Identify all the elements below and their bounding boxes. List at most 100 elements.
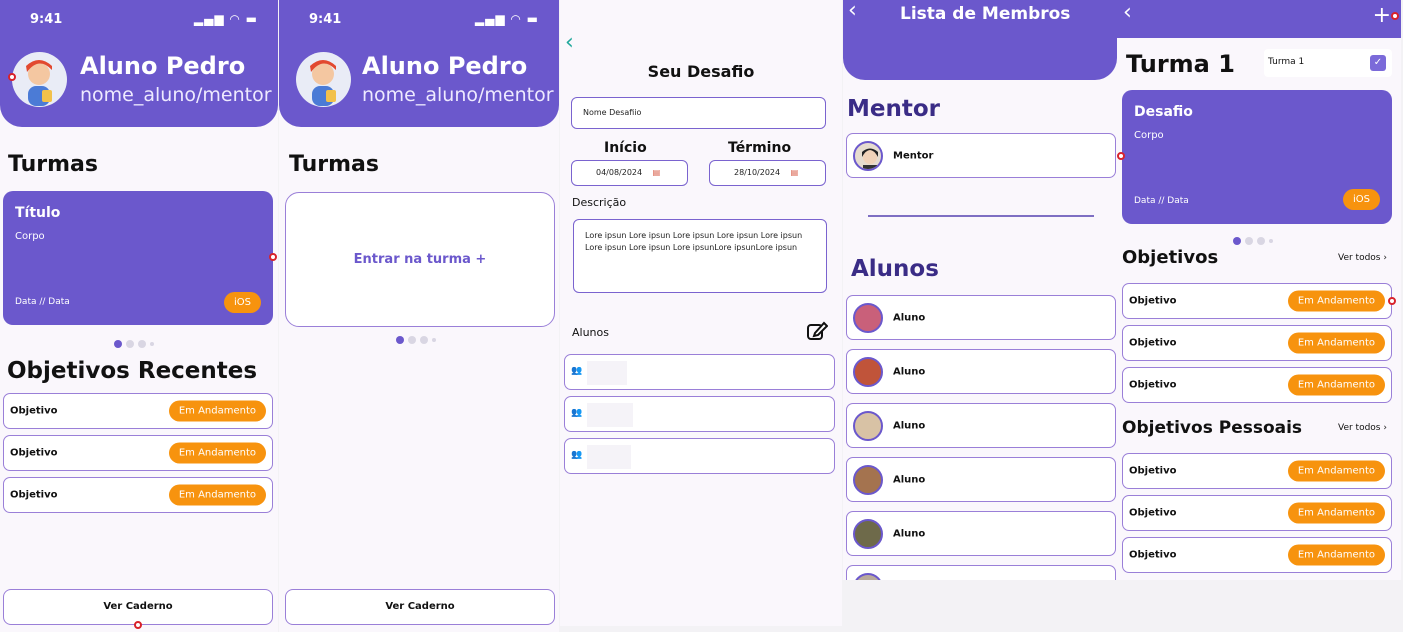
description-field[interactable]: Lore ipsun Lore ipsun Lore ipsun Lore ip… [573,219,827,293]
aluno-row[interactable]: Aluno [846,457,1116,502]
back-icon[interactable]: ‹ [1123,0,1132,25]
group-icon: 👥 [571,408,583,418]
profile-handle: nome_aluno/mentor [362,84,554,106]
section-title-turmas: Turmas [289,152,379,177]
card-date: Data // Data [1134,196,1189,206]
member-name: Aluno [893,420,926,431]
status-badge: Em Andamento [1287,290,1385,312]
objective-label: Objetivo [10,447,58,459]
card-date: Data // Data [15,297,70,307]
avatar [853,410,883,441]
objective-row[interactable]: Objetivo Em Andamento [1122,537,1392,573]
group-icon: 👥 [571,366,583,376]
end-date-field[interactable]: 28/10/2024 ▤ [709,160,826,186]
interaction-marker [134,621,142,629]
tag-badge: iOS [1343,189,1380,210]
aluno-row[interactable]: Aluno [846,349,1116,394]
interaction-marker [1388,297,1396,305]
aluno-placeholder [587,361,627,385]
desafio-name-field[interactable]: Nome Desafiio [571,97,826,129]
interaction-marker [8,73,16,81]
card-title: Título [15,205,61,221]
section-title-objetivos: Objetivos Recentes [7,358,258,384]
objective-label: Objetivo [1129,379,1177,391]
avatar [853,302,883,333]
checkbox-icon: ✓ [1370,55,1386,71]
status-time: 9:41 [309,12,342,27]
start-date-value: 04/08/2024 [596,168,643,177]
objective-row[interactable]: Objetivo Em Andamento [1122,283,1392,319]
plus-icon[interactable]: + [1373,2,1391,30]
aluno-row[interactable] [846,565,1116,580]
objective-row[interactable]: Objetivo Em Andamento [1122,367,1392,403]
member-name: Aluno [893,474,926,485]
objective-label: Objetivo [1129,337,1177,349]
aluno-slot[interactable]: 👥 [564,396,835,432]
start-date-field[interactable]: 04/08/2024 ▤ [571,160,688,186]
member-name: Mentor [893,150,934,161]
page-title: Lista de Membros [900,4,1071,24]
status-icons: ▂▄▆ ◠ ▬ [193,12,258,26]
carousel-dots[interactable] [396,336,436,344]
back-icon[interactable]: ‹ [565,30,574,55]
status-badge: Em Andamento [168,442,266,464]
select-value: Turma 1 [1268,57,1305,67]
carousel-dots[interactable] [1233,237,1273,245]
join-turma-button[interactable]: Entrar na turma + [285,192,555,327]
aluno-slot[interactable]: 👥 [564,438,835,474]
interaction-marker [269,253,277,261]
aluno-row[interactable]: Aluno [846,511,1116,556]
interaction-marker [1117,152,1125,160]
turma-card[interactable]: Título Corpo Data // Data iOS [3,191,273,325]
objective-label: Objetivo [1129,549,1177,561]
avatar[interactable] [296,52,351,107]
member-name: Aluno [893,528,926,539]
objective-label: Objetivo [10,405,58,417]
end-date-value: 28/10/2024 [734,168,781,177]
objective-row[interactable]: Objetivo Em Andamento [1122,453,1392,489]
status-badge: Em Andamento [1287,332,1385,354]
ver-todos-link[interactable]: Ver todos › [1338,423,1387,433]
page-title: Turma 1 [1126,50,1235,78]
section-title-turmas: Turmas [8,152,98,177]
status-icons: ▂▄▆ ◠ ▬ [474,12,539,26]
objective-label: Objetivo [10,489,58,501]
turma-select[interactable]: Turma 1 ✓ [1264,49,1392,77]
calendar-icon: ▤ [790,168,799,177]
ver-caderno-button[interactable]: Ver Caderno [3,589,273,625]
status-badge: Em Andamento [1287,544,1385,566]
avatar [853,356,883,387]
back-icon[interactable]: ‹ [848,0,857,23]
mentor-row[interactable]: Mentor [846,133,1116,178]
aluno-row[interactable]: Aluno [846,295,1116,340]
home-screen-with-turma: 9:41 ▂▄▆ ◠ ▬ Aluno Pedro nome_aluno/ment… [0,0,278,632]
member-name: Aluno [893,312,926,323]
status-time: 9:41 [30,12,63,27]
avatar[interactable] [12,52,67,107]
carousel-dots[interactable] [114,340,154,348]
ver-caderno-button[interactable]: Ver Caderno [285,589,555,625]
objective-row[interactable]: Objetivo Em Andamento [1122,495,1392,531]
home-screen-empty: 9:41 ▂▄▆ ◠ ▬ Aluno Pedro nome_aluno/ment… [279,0,559,632]
description-label: Descrição [572,196,627,209]
aluno-placeholder [587,403,633,427]
status-badge: Em Andamento [168,484,266,506]
status-badge: Em Andamento [1287,502,1385,524]
aluno-row[interactable]: Aluno [846,403,1116,448]
card-body: Corpo [1134,130,1164,141]
aluno-slot[interactable]: 👥 [564,354,835,390]
page-title: Seu Desafio [647,62,755,81]
calendar-icon: ▤ [652,168,661,177]
section-title-pessoais: Objetivos Pessoais [1122,418,1303,438]
edit-icon[interactable] [806,320,829,346]
status-badge: Em Andamento [1287,460,1385,482]
desafio-card[interactable]: Desafio Corpo Data // Data iOS [1122,90,1392,224]
objective-row[interactable]: Objetivo Em Andamento [3,477,273,513]
avatar [853,518,883,549]
start-label: Início [604,140,647,156]
objective-row[interactable]: Objetivo Em Andamento [3,435,273,471]
status-badge: Em Andamento [1287,374,1385,396]
ver-todos-link[interactable]: Ver todos › [1338,253,1387,263]
objective-row[interactable]: Objetivo Em Andamento [1122,325,1392,361]
objective-row[interactable]: Objetivo Em Andamento [3,393,273,429]
